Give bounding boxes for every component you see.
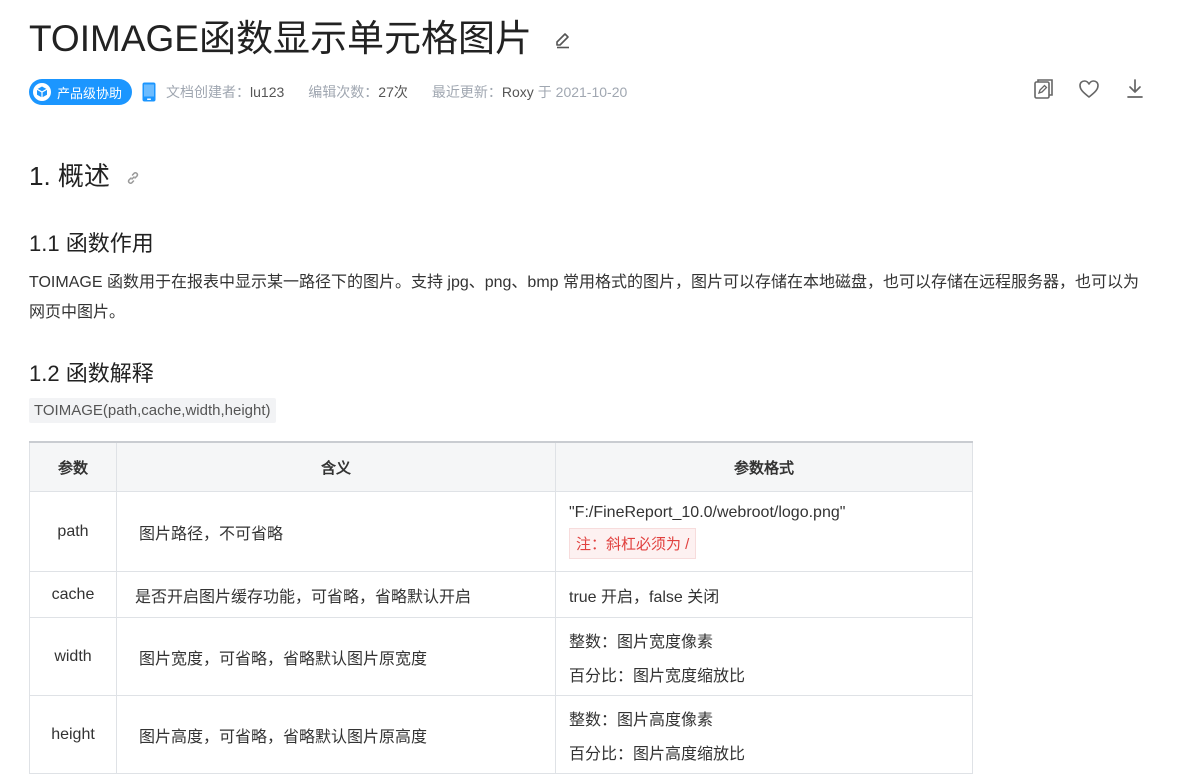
header-param: 参数 <box>29 441 117 492</box>
header-format: 参数格式 <box>555 441 973 492</box>
param-cell: cache <box>29 571 117 618</box>
creator-label: 文档创建者： <box>166 84 251 100</box>
meaning-cell: 图片路径，不可省略 <box>139 525 284 543</box>
edits-count: 27次 <box>378 84 408 100</box>
table-header-row: 参数 含义 参数格式 <box>29 441 973 492</box>
updated-label: 最近更新： <box>431 84 502 100</box>
format-cell: 整数：图片高度像素 <box>569 711 714 729</box>
doc-actions <box>1032 78 1146 100</box>
heart-icon[interactable] <box>1078 78 1100 100</box>
param-cell: height <box>29 695 117 774</box>
format-cell: "F:/FineReport_10.0/webroot/logo.png" <box>569 504 846 521</box>
edit-pencil-icon[interactable] <box>553 30 573 50</box>
format-cell: true 开启，false 关闭 <box>569 588 720 606</box>
table-row: height 图片高度，可省略，省略默认图片原高度 整数：图片高度像素 百分比：… <box>29 695 973 774</box>
updated-date: 于 2021-10-20 <box>537 84 628 100</box>
function-signature-code: TOIMAGE(path,cache,width,height) <box>29 398 276 423</box>
phone-icon <box>142 82 156 102</box>
param-cell: path <box>29 491 117 572</box>
function-description: TOIMAGE 函数用于在报表中显示某一路径下的图片。支持 jpg、png、bm… <box>29 274 1140 321</box>
table-row: cache 是否开启图片缓存功能，可省略，省略默认开启 true 开启，fals… <box>29 571 973 618</box>
creator-name[interactable]: lu123 <box>250 84 284 100</box>
param-cell: width <box>29 617 117 696</box>
slash-note: 注：斜杠必须为 / <box>569 528 697 559</box>
header-meaning: 含义 <box>116 441 556 492</box>
section-heading-text: 1. 概述 <box>29 161 110 191</box>
format-cell-secondary: 百分比：图片高度缩放比 <box>569 745 746 763</box>
meaning-cell: 是否开启图片缓存功能，可省略，省略默认开启 <box>135 588 472 606</box>
meaning-cell: 图片高度，可省略，省略默认图片原高度 <box>139 728 428 746</box>
section-heading-overview: 1. 概述 <box>29 156 141 193</box>
edits-label: 编辑次数： <box>308 84 379 100</box>
parameters-table: 参数 含义 参数格式 path 图片路径，不可省略 "F:/FineReport… <box>29 441 973 774</box>
table-row: path 图片路径，不可省略 "F:/FineReport_10.0/webro… <box>29 491 973 572</box>
doc-meta: 产品级协助 文档创建者： lu123 编辑次数： 27次 最近更新： Roxy … <box>29 79 627 105</box>
cube-icon <box>33 83 51 101</box>
anchor-link-icon[interactable] <box>125 170 141 186</box>
format-cell: 整数：图片宽度像素 <box>569 633 714 651</box>
meaning-cell: 图片宽度，可省略，省略默认图片原宽度 <box>139 650 428 668</box>
page-title: TOIMAGE函数显示单元格图片 <box>29 18 532 59</box>
badge-label: 产品级协助 <box>57 85 123 101</box>
subheading-function-explanation: 1.2 函数解释 <box>29 361 154 386</box>
format-cell-secondary: 百分比：图片宽度缩放比 <box>569 667 746 685</box>
subheading-function-purpose: 1.1 函数作用 <box>29 231 154 256</box>
table-row: width 图片宽度，可省略，省略默认图片原宽度 整数：图片宽度像素 百分比：图… <box>29 617 973 696</box>
copy-doc-icon[interactable] <box>1032 78 1054 100</box>
download-icon[interactable] <box>1124 78 1146 100</box>
updated-by[interactable]: Roxy <box>502 84 534 100</box>
support-badge[interactable]: 产品级协助 <box>29 79 133 105</box>
